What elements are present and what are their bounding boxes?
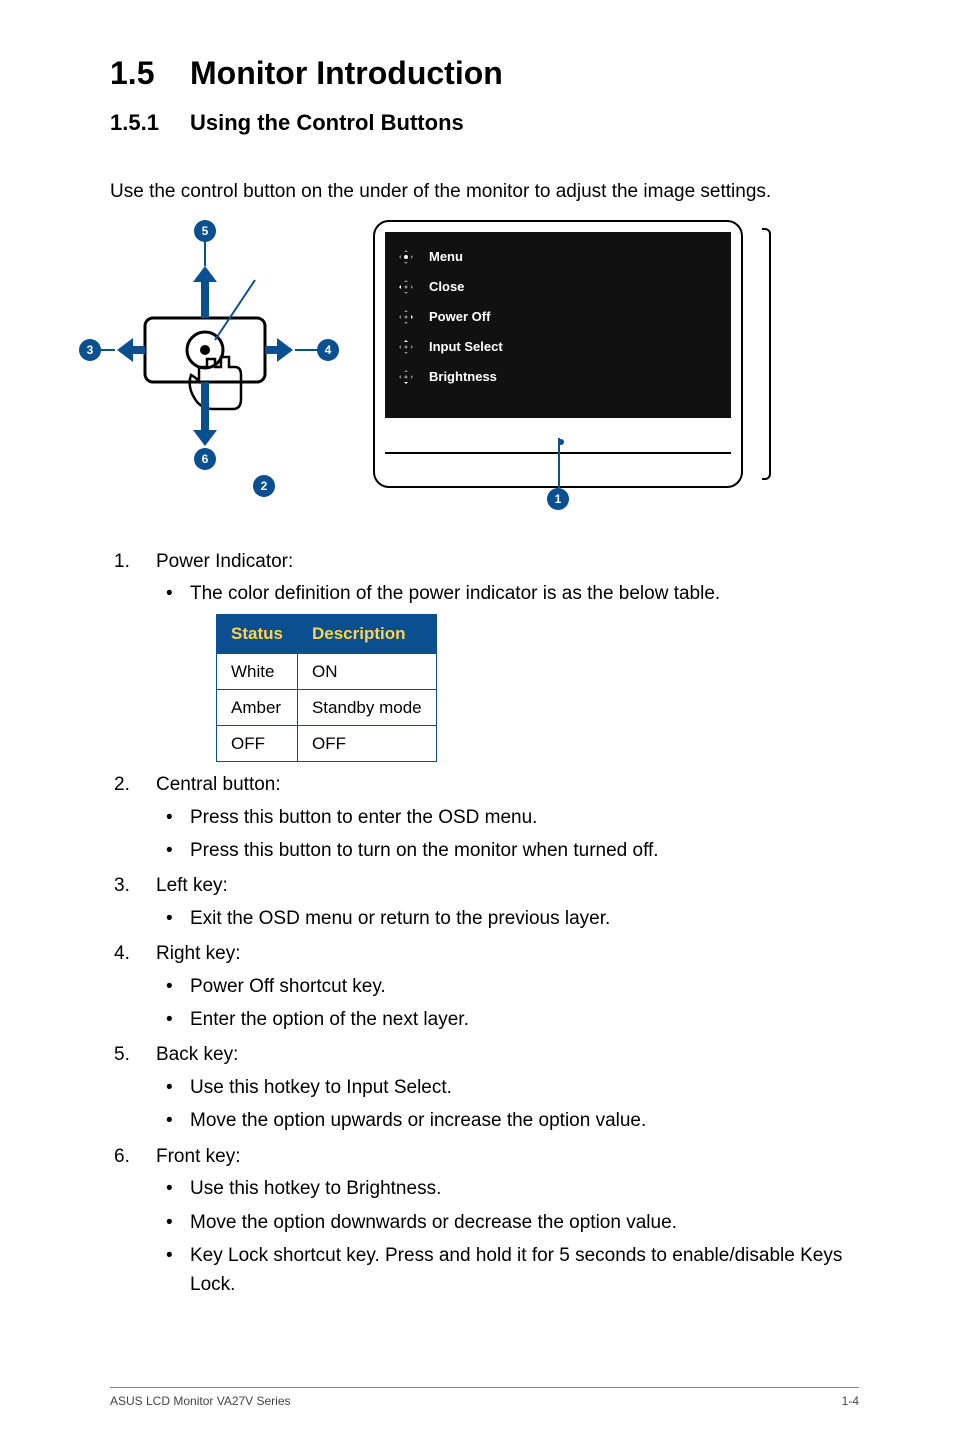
sub-item: Move the option downwards or decrease th…	[156, 1208, 859, 1237]
list-item: Left key: Exit the OSD menu or return to…	[110, 871, 859, 933]
subheading-title: Using the Control Buttons	[190, 110, 464, 135]
figure-row: 5 2 3 4 6 Menu Close	[85, 220, 859, 525]
sub-item: The color definition of the power indica…	[156, 579, 859, 608]
page-heading: 1.5Monitor Introduction	[110, 55, 859, 92]
joystick-up-icon	[397, 338, 415, 356]
instruction-list: Power Indicator: The color definition of…	[110, 547, 859, 1300]
callout-1: 1	[547, 488, 569, 510]
sub-item: Exit the OSD menu or return to the previ…	[156, 904, 859, 933]
sub-item: Move the option upwards or increase the …	[156, 1106, 859, 1135]
table-cell: OFF	[297, 725, 436, 761]
list-item: Power Indicator: The color definition of…	[110, 547, 859, 763]
status-table: Status Description White ON Amber Standb…	[216, 614, 437, 762]
footer-right: 1-4	[842, 1394, 859, 1408]
osd-item-brightness: Brightness	[397, 362, 719, 392]
table-row: OFF OFF	[217, 725, 437, 761]
joystick-right-icon	[397, 308, 415, 326]
osd-label: Power Off	[429, 309, 490, 324]
callout-6: 6	[194, 448, 216, 470]
joystick-svg	[85, 220, 345, 470]
osd-label: Menu	[429, 249, 463, 264]
item-title: Front key:	[156, 1146, 240, 1167]
callout-4: 4	[317, 339, 339, 361]
sub-heading: 1.5.1Using the Control Buttons	[110, 110, 859, 136]
osd-item-input: Input Select	[397, 332, 719, 362]
item-title: Right key:	[156, 943, 240, 964]
sub-item: Press this button to turn on the monitor…	[156, 836, 859, 865]
list-item: Right key: Power Off shortcut key. Enter…	[110, 939, 859, 1034]
footer-left: ASUS LCD Monitor VA27V Series	[110, 1394, 291, 1408]
table-cell: Standby mode	[297, 689, 436, 725]
osd-screen: Menu Close Power Off Input Select	[373, 220, 763, 525]
sub-item: Use this hotkey to Brightness.	[156, 1174, 859, 1203]
table-cell: OFF	[217, 725, 298, 761]
page-footer: ASUS LCD Monitor VA27V Series 1-4	[110, 1387, 859, 1408]
joystick-down-icon	[397, 368, 415, 386]
subheading-number: 1.5.1	[110, 110, 190, 136]
item-title: Left key:	[156, 875, 228, 896]
osd-item-menu: Menu	[397, 242, 719, 272]
item-title: Back key:	[156, 1044, 238, 1065]
table-header: Status	[217, 615, 298, 653]
table-row: White ON	[217, 653, 437, 689]
item-title: Power Indicator:	[156, 551, 293, 572]
osd-item-poweroff: Power Off	[397, 302, 719, 332]
led-leader-line	[558, 438, 560, 488]
callout-2: 2	[253, 475, 275, 497]
sub-item: Power Off shortcut key.	[156, 972, 859, 1001]
joystick-left-icon	[397, 278, 415, 296]
sub-item: Use this hotkey to Input Select.	[156, 1073, 859, 1102]
table-row: Amber Standby mode	[217, 689, 437, 725]
list-item: Front key: Use this hotkey to Brightness…	[110, 1142, 859, 1300]
list-item: Central button: Press this button to ent…	[110, 770, 859, 865]
table-header: Description	[297, 615, 436, 653]
table-cell: ON	[297, 653, 436, 689]
intro-paragraph: Use the control button on the under of t…	[110, 178, 859, 206]
item-title: Central button:	[156, 774, 281, 795]
joystick-center-icon	[397, 248, 415, 266]
osd-label: Input Select	[429, 339, 503, 354]
joystick-diagram: 5 2 3 4 6	[85, 220, 345, 470]
osd-item-close: Close	[397, 272, 719, 302]
callout-3: 3	[79, 339, 101, 361]
osd-label: Close	[429, 279, 464, 294]
heading-title: Monitor Introduction	[190, 55, 503, 91]
sub-item: Enter the option of the next layer.	[156, 1005, 859, 1034]
table-cell: White	[217, 653, 298, 689]
sub-item: Key Lock shortcut key. Press and hold it…	[156, 1241, 859, 1300]
monitor-side-edge	[762, 228, 771, 480]
list-item: Back key: Use this hotkey to Input Selec…	[110, 1040, 859, 1135]
osd-label: Brightness	[429, 369, 497, 384]
heading-number: 1.5	[110, 55, 190, 92]
callout-5: 5	[194, 220, 216, 242]
table-cell: Amber	[217, 689, 298, 725]
osd-panel: Menu Close Power Off Input Select	[385, 232, 731, 418]
sub-item: Press this button to enter the OSD menu.	[156, 803, 859, 832]
